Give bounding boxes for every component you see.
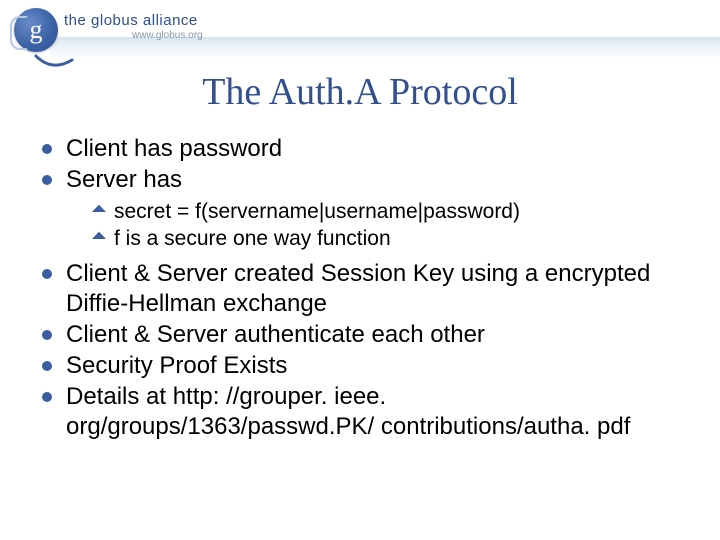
sub-bullet-text: secret = f(servername|username|password)	[114, 200, 520, 223]
slide-title: The Auth.A Protocol	[0, 70, 720, 114]
sub-bullet-item: secret = f(servername|username|password)	[92, 199, 690, 226]
logo-letter: g	[30, 17, 43, 43]
bullet-item: Server has secret = f(servername|usernam…	[36, 165, 690, 253]
sub-bullet-item: f is a secure one way function	[92, 226, 690, 253]
bullet-item: Details at http: //grouper. ieee. org/gr…	[36, 382, 690, 441]
sub-bullet-list: secret = f(servername|username|password)…	[92, 199, 690, 254]
bullet-text: Security Proof Exists	[66, 352, 287, 379]
slide-content: Client has password Server has secret = …	[36, 134, 690, 443]
sub-bullet-text: f is a secure one way function	[114, 227, 391, 250]
globus-logo-icon: g	[14, 8, 58, 52]
slide: g the globus alliance www.globus.org The…	[0, 0, 720, 540]
logo-url-text: www.globus.org	[132, 30, 203, 41]
bullet-item: Client & Server authenticate each other	[36, 320, 690, 349]
bullet-text: Client & Server authenticate each other	[66, 321, 485, 348]
bullet-item: Security Proof Exists	[36, 351, 690, 380]
logo-brand-text: the globus alliance	[64, 12, 198, 29]
bullet-text: Client has password	[66, 135, 282, 162]
bullet-item: Client & Server created Session Key usin…	[36, 259, 690, 318]
bullet-text: Client & Server created Session Key usin…	[66, 260, 650, 316]
logo: g	[14, 8, 58, 52]
logo-ring-icon	[10, 16, 28, 50]
bullet-text: Details at http: //grouper. ieee. org/gr…	[66, 383, 630, 439]
bullet-item: Client has password	[36, 134, 690, 163]
bullet-text: Server has	[66, 166, 182, 193]
bullet-list: Client has password Server has secret = …	[36, 134, 690, 441]
